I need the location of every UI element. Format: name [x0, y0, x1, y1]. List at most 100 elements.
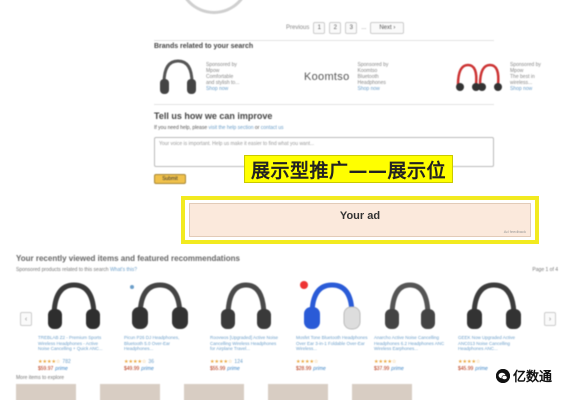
prime-badge: prime: [391, 366, 404, 372]
brand-card-2[interactable]: Koomtso Sponsored by Koomtso Bluetooth H…: [304, 56, 428, 98]
headphone-image: [210, 279, 282, 333]
product-price: $59.97 prime: [38, 366, 110, 372]
brand-text: Sponsored by Mpow The best in wireless..…: [510, 62, 550, 92]
brand-card-3[interactable]: Sponsored by Mpow The best in wireless..…: [452, 56, 550, 98]
earbuds-image: [452, 55, 506, 99]
product-rating: ★★★★☆ 124: [210, 359, 282, 365]
price-value: $59.97: [38, 366, 54, 372]
review-count[interactable]: 124: [234, 359, 242, 365]
more-items-title: More items to explore: [16, 375, 65, 381]
prime-badge: prime: [55, 366, 68, 372]
price-value: $45.99: [458, 366, 474, 372]
carousel-page-indicator: Page 1 of 4: [532, 267, 558, 273]
star-icons: ★★★★☆: [38, 359, 61, 365]
product-title[interactable]: TREBLAB Z2 - Premium Sports Wireless Hea…: [38, 335, 110, 358]
headphone-image-partial: [178, 0, 250, 14]
star-icons: ★★★★☆: [124, 359, 147, 365]
product-rating: ★★★★☆ 36: [124, 359, 196, 365]
brand-shop-link[interactable]: Shop now: [358, 86, 428, 92]
help-section-link[interactable]: visit the help section: [209, 125, 254, 131]
product-price: $55.99 prime: [210, 366, 282, 372]
prime-badge: prime: [475, 366, 488, 372]
headphone-image: [156, 55, 200, 99]
divider: [154, 40, 494, 41]
prime-badge: prime: [313, 366, 326, 372]
contact-us-link[interactable]: contact us: [261, 125, 284, 131]
headphone-image: [458, 279, 530, 333]
ad-feedback-link[interactable]: Ad feedback: [504, 229, 526, 234]
product-title[interactable]: Picun P26 DJ Headphones, Bluetooth 5.0 O…: [124, 335, 196, 358]
price-value: $55.99: [210, 366, 226, 372]
brand-shop-link[interactable]: Shop now: [510, 86, 550, 92]
product-card-1[interactable]: TREBLAB Z2 - Premium Sports Wireless Hea…: [38, 279, 110, 372]
sponsored-text: Sponsored products related to this searc…: [16, 267, 109, 273]
watermark: 亿数通: [496, 366, 552, 385]
pagination: Previous 1 2 3 ... Next ›: [286, 22, 405, 34]
wechat-icon: [496, 368, 510, 383]
review-count[interactable]: 782: [62, 359, 70, 365]
page: Previous 1 2 3 ... Next › Brands related…: [0, 0, 578, 400]
product-title[interactable]: Mosfet Tone Bluetooth Headphones Over Ea…: [296, 335, 368, 358]
price-value: $28.99: [296, 366, 312, 372]
pagination-next-label: Next: [379, 25, 392, 31]
star-icons: ★★★★☆: [374, 359, 397, 365]
pagination-page-1[interactable]: 1: [313, 22, 326, 34]
product-title[interactable]: Anarcho Active Noise Cancelling Headphon…: [374, 335, 446, 358]
recently-viewed-title: Your recently viewed items and featured …: [16, 254, 240, 263]
item-thumbnail[interactable]: [352, 384, 412, 400]
prime-badge: prime: [141, 366, 154, 372]
product-rating: ★★★★☆: [296, 359, 368, 365]
headphone-image: [38, 279, 110, 333]
product-price: $49.99 prime: [124, 366, 196, 372]
item-thumbnail[interactable]: [268, 384, 328, 400]
review-count[interactable]: 36: [148, 359, 154, 365]
product-price: $28.99 prime: [296, 366, 368, 372]
improve-subtitle: If you need help, please visit the help …: [154, 125, 284, 131]
brand-card-1[interactable]: Sponsored by Mpow Comfortable and stylis…: [156, 56, 276, 98]
headphone-image: [374, 279, 446, 333]
whats-this-link[interactable]: What's this?: [110, 267, 137, 273]
star-icons: ★★★★☆: [458, 359, 481, 365]
product-rating: ★★★★☆: [458, 359, 530, 365]
product-card-4[interactable]: Mosfet Tone Bluetooth Headphones Over Ea…: [296, 279, 368, 372]
product-card-2[interactable]: Picun P26 DJ Headphones, Bluetooth 5.0 O…: [124, 279, 196, 372]
carousel-prev-button[interactable]: ‹: [20, 312, 32, 326]
prime-badge: prime: [227, 366, 240, 372]
improve-sub-text: If you need help, please: [154, 125, 208, 131]
headphone-image: [124, 279, 196, 333]
product-card-5[interactable]: Anarcho Active Noise Cancelling Headphon…: [374, 279, 446, 372]
improve-title: Tell us how we can improve: [154, 111, 273, 121]
pagination-page-2[interactable]: 2: [329, 22, 342, 34]
ad-text: Your ad: [339, 210, 381, 222]
product-card-6[interactable]: GEEK Now Upgraded Active ANC013 Noise Ca…: [458, 279, 530, 372]
more-items-row: [16, 384, 412, 400]
star-icons: ★★★★☆: [296, 359, 319, 365]
pagination-ellipsis: ...: [361, 25, 367, 31]
product-card-3[interactable]: Roovwos [Upgraded] Active Noise Cancelli…: [210, 279, 282, 372]
headphone-image: [296, 279, 368, 333]
product-rating: ★★★★☆ 782: [38, 359, 110, 365]
product-price: $37.99 prime: [374, 366, 446, 372]
item-thumbnail[interactable]: [16, 384, 76, 400]
brand-text: Sponsored by Mpow Comfortable and stylis…: [206, 62, 276, 92]
price-value: $49.99: [124, 366, 140, 372]
ad-slot[interactable]: Your ad Ad feedback: [189, 203, 531, 237]
brand-text: Sponsored by Koomtso Bluetooth Headphone…: [358, 62, 428, 92]
star-icons: ★★★★☆: [210, 359, 233, 365]
submit-button[interactable]: Submit: [154, 174, 186, 184]
product-rating: ★★★★☆: [374, 359, 446, 365]
brand-shop-link[interactable]: Shop now: [206, 86, 276, 92]
improve-or: or: [254, 125, 260, 131]
item-thumbnail[interactable]: [184, 384, 244, 400]
divider: [154, 104, 494, 105]
pagination-page-3[interactable]: 3: [345, 22, 358, 34]
sponsored-label: Sponsored products related to this searc…: [16, 267, 137, 273]
pagination-prev[interactable]: Previous: [286, 25, 309, 31]
item-thumbnail[interactable]: [100, 384, 160, 400]
pagination-next[interactable]: Next ›: [370, 22, 405, 34]
product-title[interactable]: GEEK Now Upgraded Active ANC013 Noise Ca…: [458, 335, 530, 358]
carousel-next-button[interactable]: ›: [544, 312, 556, 326]
price-value: $37.99: [374, 366, 390, 372]
product-title[interactable]: Roovwos [Upgraded] Active Noise Cancelli…: [210, 335, 282, 358]
display-ad-label: 展示型推广——展示位: [244, 155, 454, 183]
